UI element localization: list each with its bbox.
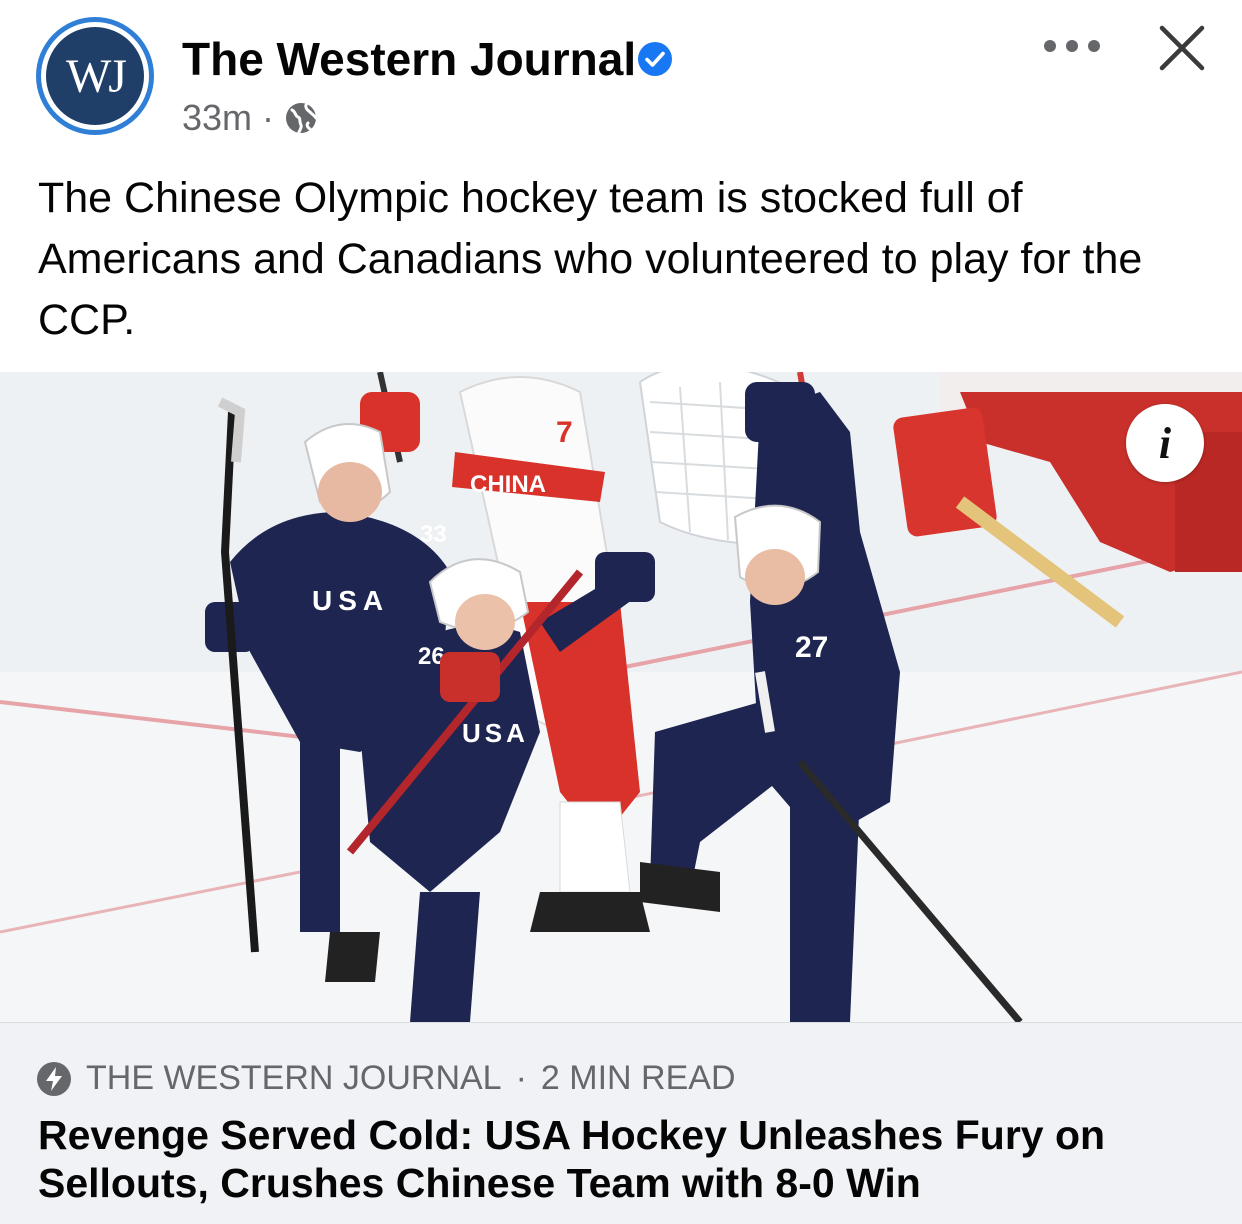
more-options-icon-dot [1088, 40, 1100, 52]
post-image[interactable]: CHINA 7 USA 33 USA 26 27 [0, 372, 1242, 1022]
lightning-bolt-icon [37, 1061, 71, 1096]
post-timestamp[interactable]: 33m [182, 97, 252, 139]
post-meta: 33m · [182, 97, 318, 139]
hockey-photo: CHINA 7 USA 33 USA 26 27 [0, 372, 1242, 1022]
post-header: WJ The Western Journal 33m · [0, 0, 1242, 150]
link-source: THE WESTERN JOURNAL [86, 1059, 502, 1097]
link-read-time: 2 MIN READ [540, 1059, 736, 1097]
page-avatar[interactable]: WJ [36, 17, 154, 135]
link-separator: · [515, 1059, 527, 1097]
usa-jersey-number-left: 33 [420, 521, 447, 548]
avatar-ring: WJ [41, 22, 149, 130]
avatar-logo: WJ [46, 27, 144, 125]
globe-icon [286, 103, 318, 134]
china-jersey-number: 7 [556, 416, 573, 449]
more-options-button[interactable] [1044, 34, 1100, 58]
verified-badge-icon [638, 42, 672, 76]
usa-jersey-text-middle: USA [462, 718, 529, 748]
meta-separator: · [262, 97, 275, 138]
close-icon[interactable] [1156, 22, 1208, 74]
post-text: The Chinese Olympic hockey team is stock… [38, 174, 1143, 344]
info-icon[interactable]: i [1126, 404, 1204, 482]
china-jersey-text: CHINA [470, 471, 546, 498]
more-options-icon-dot [1066, 40, 1078, 52]
link-headline[interactable]: Revenge Served Cold: USA Hockey Unleashe… [38, 1111, 1208, 1207]
link-source-row: THE WESTERN JOURNAL · 2 MIN READ [36, 1059, 736, 1098]
link-preview-card[interactable]: THE WESTERN JOURNAL · 2 MIN READ Revenge… [0, 1022, 1242, 1224]
page-name[interactable]: The Western Journal [182, 32, 636, 86]
usa-jersey-text-left: USA [312, 585, 389, 616]
usa-jersey-number-right: 27 [795, 631, 828, 664]
more-options-icon [1044, 40, 1056, 52]
